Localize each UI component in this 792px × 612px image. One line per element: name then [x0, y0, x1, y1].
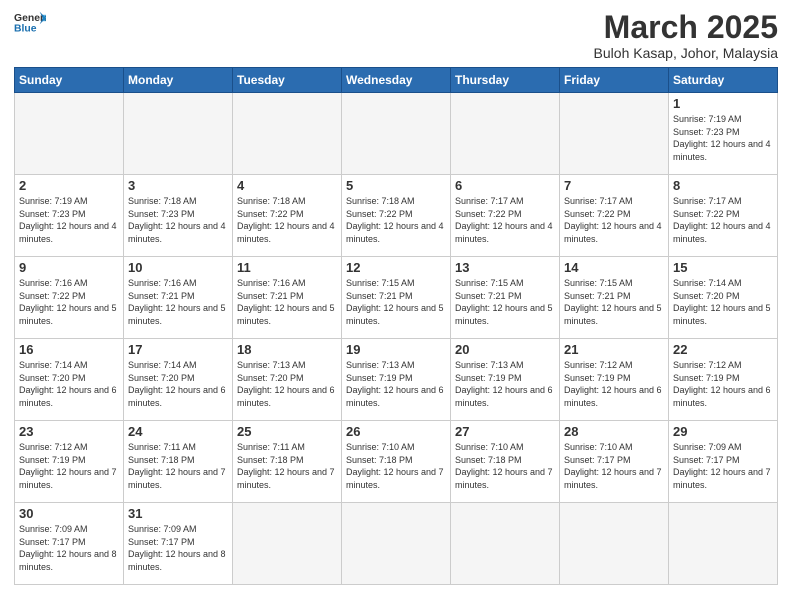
header-saturday: Saturday	[669, 68, 778, 93]
week-row-5: 23 Sunrise: 7:12 AMSunset: 7:19 PMDaylig…	[15, 421, 778, 503]
day-17: 17 Sunrise: 7:14 AMSunset: 7:20 PMDaylig…	[124, 339, 233, 421]
day-10: 10 Sunrise: 7:16 AMSunset: 7:21 PMDaylig…	[124, 257, 233, 339]
day-25: 25 Sunrise: 7:11 AMSunset: 7:18 PMDaylig…	[233, 421, 342, 503]
day-empty	[342, 503, 451, 585]
day-28: 28 Sunrise: 7:10 AMSunset: 7:17 PMDaylig…	[560, 421, 669, 503]
day-4: 4 Sunrise: 7:18 AMSunset: 7:22 PMDayligh…	[233, 175, 342, 257]
title-block: March 2025 Buloh Kasap, Johor, Malaysia	[594, 10, 778, 61]
header-friday: Friday	[560, 68, 669, 93]
day-14: 14 Sunrise: 7:15 AMSunset: 7:21 PMDaylig…	[560, 257, 669, 339]
generalblue-icon: General Blue	[14, 10, 46, 34]
week-row-2: 2 Sunrise: 7:19 AMSunset: 7:23 PMDayligh…	[15, 175, 778, 257]
day-19: 19 Sunrise: 7:13 AMSunset: 7:19 PMDaylig…	[342, 339, 451, 421]
day-empty	[451, 93, 560, 175]
week-row-6: 30 Sunrise: 7:09 AMSunset: 7:17 PMDaylig…	[15, 503, 778, 585]
week-row-1: 1 Sunrise: 7:19 AMSunset: 7:23 PMDayligh…	[15, 93, 778, 175]
day-empty	[233, 503, 342, 585]
month-year: March 2025	[594, 10, 778, 45]
header-sunday: Sunday	[15, 68, 124, 93]
day-empty	[560, 503, 669, 585]
week-row-3: 9 Sunrise: 7:16 AMSunset: 7:22 PMDayligh…	[15, 257, 778, 339]
day-7: 7 Sunrise: 7:17 AMSunset: 7:22 PMDayligh…	[560, 175, 669, 257]
calendar-table: Sunday Monday Tuesday Wednesday Thursday…	[14, 67, 778, 585]
day-6: 6 Sunrise: 7:17 AMSunset: 7:22 PMDayligh…	[451, 175, 560, 257]
svg-text:Blue: Blue	[14, 24, 37, 34]
header-tuesday: Tuesday	[233, 68, 342, 93]
header-monday: Monday	[124, 68, 233, 93]
day-2: 2 Sunrise: 7:19 AMSunset: 7:23 PMDayligh…	[15, 175, 124, 257]
day-9: 9 Sunrise: 7:16 AMSunset: 7:22 PMDayligh…	[15, 257, 124, 339]
day-empty	[560, 93, 669, 175]
logo: General Blue	[14, 10, 46, 34]
day-1: 1 Sunrise: 7:19 AMSunset: 7:23 PMDayligh…	[669, 93, 778, 175]
day-11: 11 Sunrise: 7:16 AMSunset: 7:21 PMDaylig…	[233, 257, 342, 339]
header-thursday: Thursday	[451, 68, 560, 93]
header-wednesday: Wednesday	[342, 68, 451, 93]
day-20: 20 Sunrise: 7:13 AMSunset: 7:19 PMDaylig…	[451, 339, 560, 421]
day-12: 12 Sunrise: 7:15 AMSunset: 7:21 PMDaylig…	[342, 257, 451, 339]
day-empty	[342, 93, 451, 175]
day-24: 24 Sunrise: 7:11 AMSunset: 7:18 PMDaylig…	[124, 421, 233, 503]
day-13: 13 Sunrise: 7:15 AMSunset: 7:21 PMDaylig…	[451, 257, 560, 339]
day-23: 23 Sunrise: 7:12 AMSunset: 7:19 PMDaylig…	[15, 421, 124, 503]
day-empty	[124, 93, 233, 175]
day-empty	[233, 93, 342, 175]
day-3: 3 Sunrise: 7:18 AMSunset: 7:23 PMDayligh…	[124, 175, 233, 257]
day-31: 31 Sunrise: 7:09 AMSunset: 7:17 PMDaylig…	[124, 503, 233, 585]
week-row-4: 16 Sunrise: 7:14 AMSunset: 7:20 PMDaylig…	[15, 339, 778, 421]
day-8: 8 Sunrise: 7:17 AMSunset: 7:22 PMDayligh…	[669, 175, 778, 257]
day-15: 15 Sunrise: 7:14 AMSunset: 7:20 PMDaylig…	[669, 257, 778, 339]
day-16: 16 Sunrise: 7:14 AMSunset: 7:20 PMDaylig…	[15, 339, 124, 421]
day-22: 22 Sunrise: 7:12 AMSunset: 7:19 PMDaylig…	[669, 339, 778, 421]
page: General Blue March 2025 Buloh Kasap, Joh…	[0, 0, 792, 612]
day-30: 30 Sunrise: 7:09 AMSunset: 7:17 PMDaylig…	[15, 503, 124, 585]
header: General Blue March 2025 Buloh Kasap, Joh…	[14, 10, 778, 61]
day-21: 21 Sunrise: 7:12 AMSunset: 7:19 PMDaylig…	[560, 339, 669, 421]
day-27: 27 Sunrise: 7:10 AMSunset: 7:18 PMDaylig…	[451, 421, 560, 503]
day-empty	[15, 93, 124, 175]
day-18: 18 Sunrise: 7:13 AMSunset: 7:20 PMDaylig…	[233, 339, 342, 421]
location: Buloh Kasap, Johor, Malaysia	[594, 45, 778, 61]
day-empty	[451, 503, 560, 585]
day-29: 29 Sunrise: 7:09 AMSunset: 7:17 PMDaylig…	[669, 421, 778, 503]
day-5: 5 Sunrise: 7:18 AMSunset: 7:22 PMDayligh…	[342, 175, 451, 257]
weekday-header-row: Sunday Monday Tuesday Wednesday Thursday…	[15, 68, 778, 93]
day-empty	[669, 503, 778, 585]
day-26: 26 Sunrise: 7:10 AMSunset: 7:18 PMDaylig…	[342, 421, 451, 503]
